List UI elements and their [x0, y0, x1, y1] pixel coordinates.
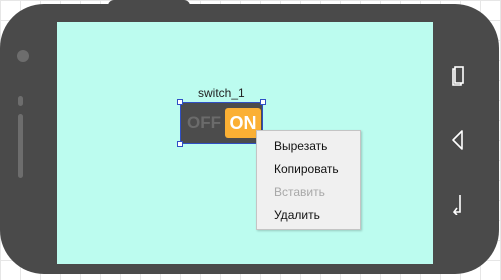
- sensor-icon: [18, 96, 23, 106]
- recent-apps-icon[interactable]: [450, 64, 466, 88]
- context-menu: Вырезать Копировать Вставить Удалить: [256, 130, 361, 230]
- menu-item-paste[interactable]: Вставить: [257, 181, 360, 204]
- switch-widget[interactable]: OFF ON: [180, 102, 263, 144]
- resize-handle-bottom-left[interactable]: [177, 141, 183, 147]
- resize-handle-top-right[interactable]: [260, 99, 266, 105]
- widget-name-label: switch_1: [198, 86, 245, 100]
- switch-off-label: OFF: [187, 113, 221, 132]
- speaker-icon: [18, 114, 23, 178]
- home-icon[interactable]: [450, 192, 466, 216]
- menu-item-cut[interactable]: Вырезать: [257, 135, 360, 158]
- resize-handle-top-left[interactable]: [177, 99, 183, 105]
- back-icon[interactable]: [450, 128, 466, 152]
- camera-icon: [17, 50, 29, 62]
- menu-item-delete[interactable]: Удалить: [257, 204, 360, 227]
- menu-item-copy[interactable]: Копировать: [257, 158, 360, 181]
